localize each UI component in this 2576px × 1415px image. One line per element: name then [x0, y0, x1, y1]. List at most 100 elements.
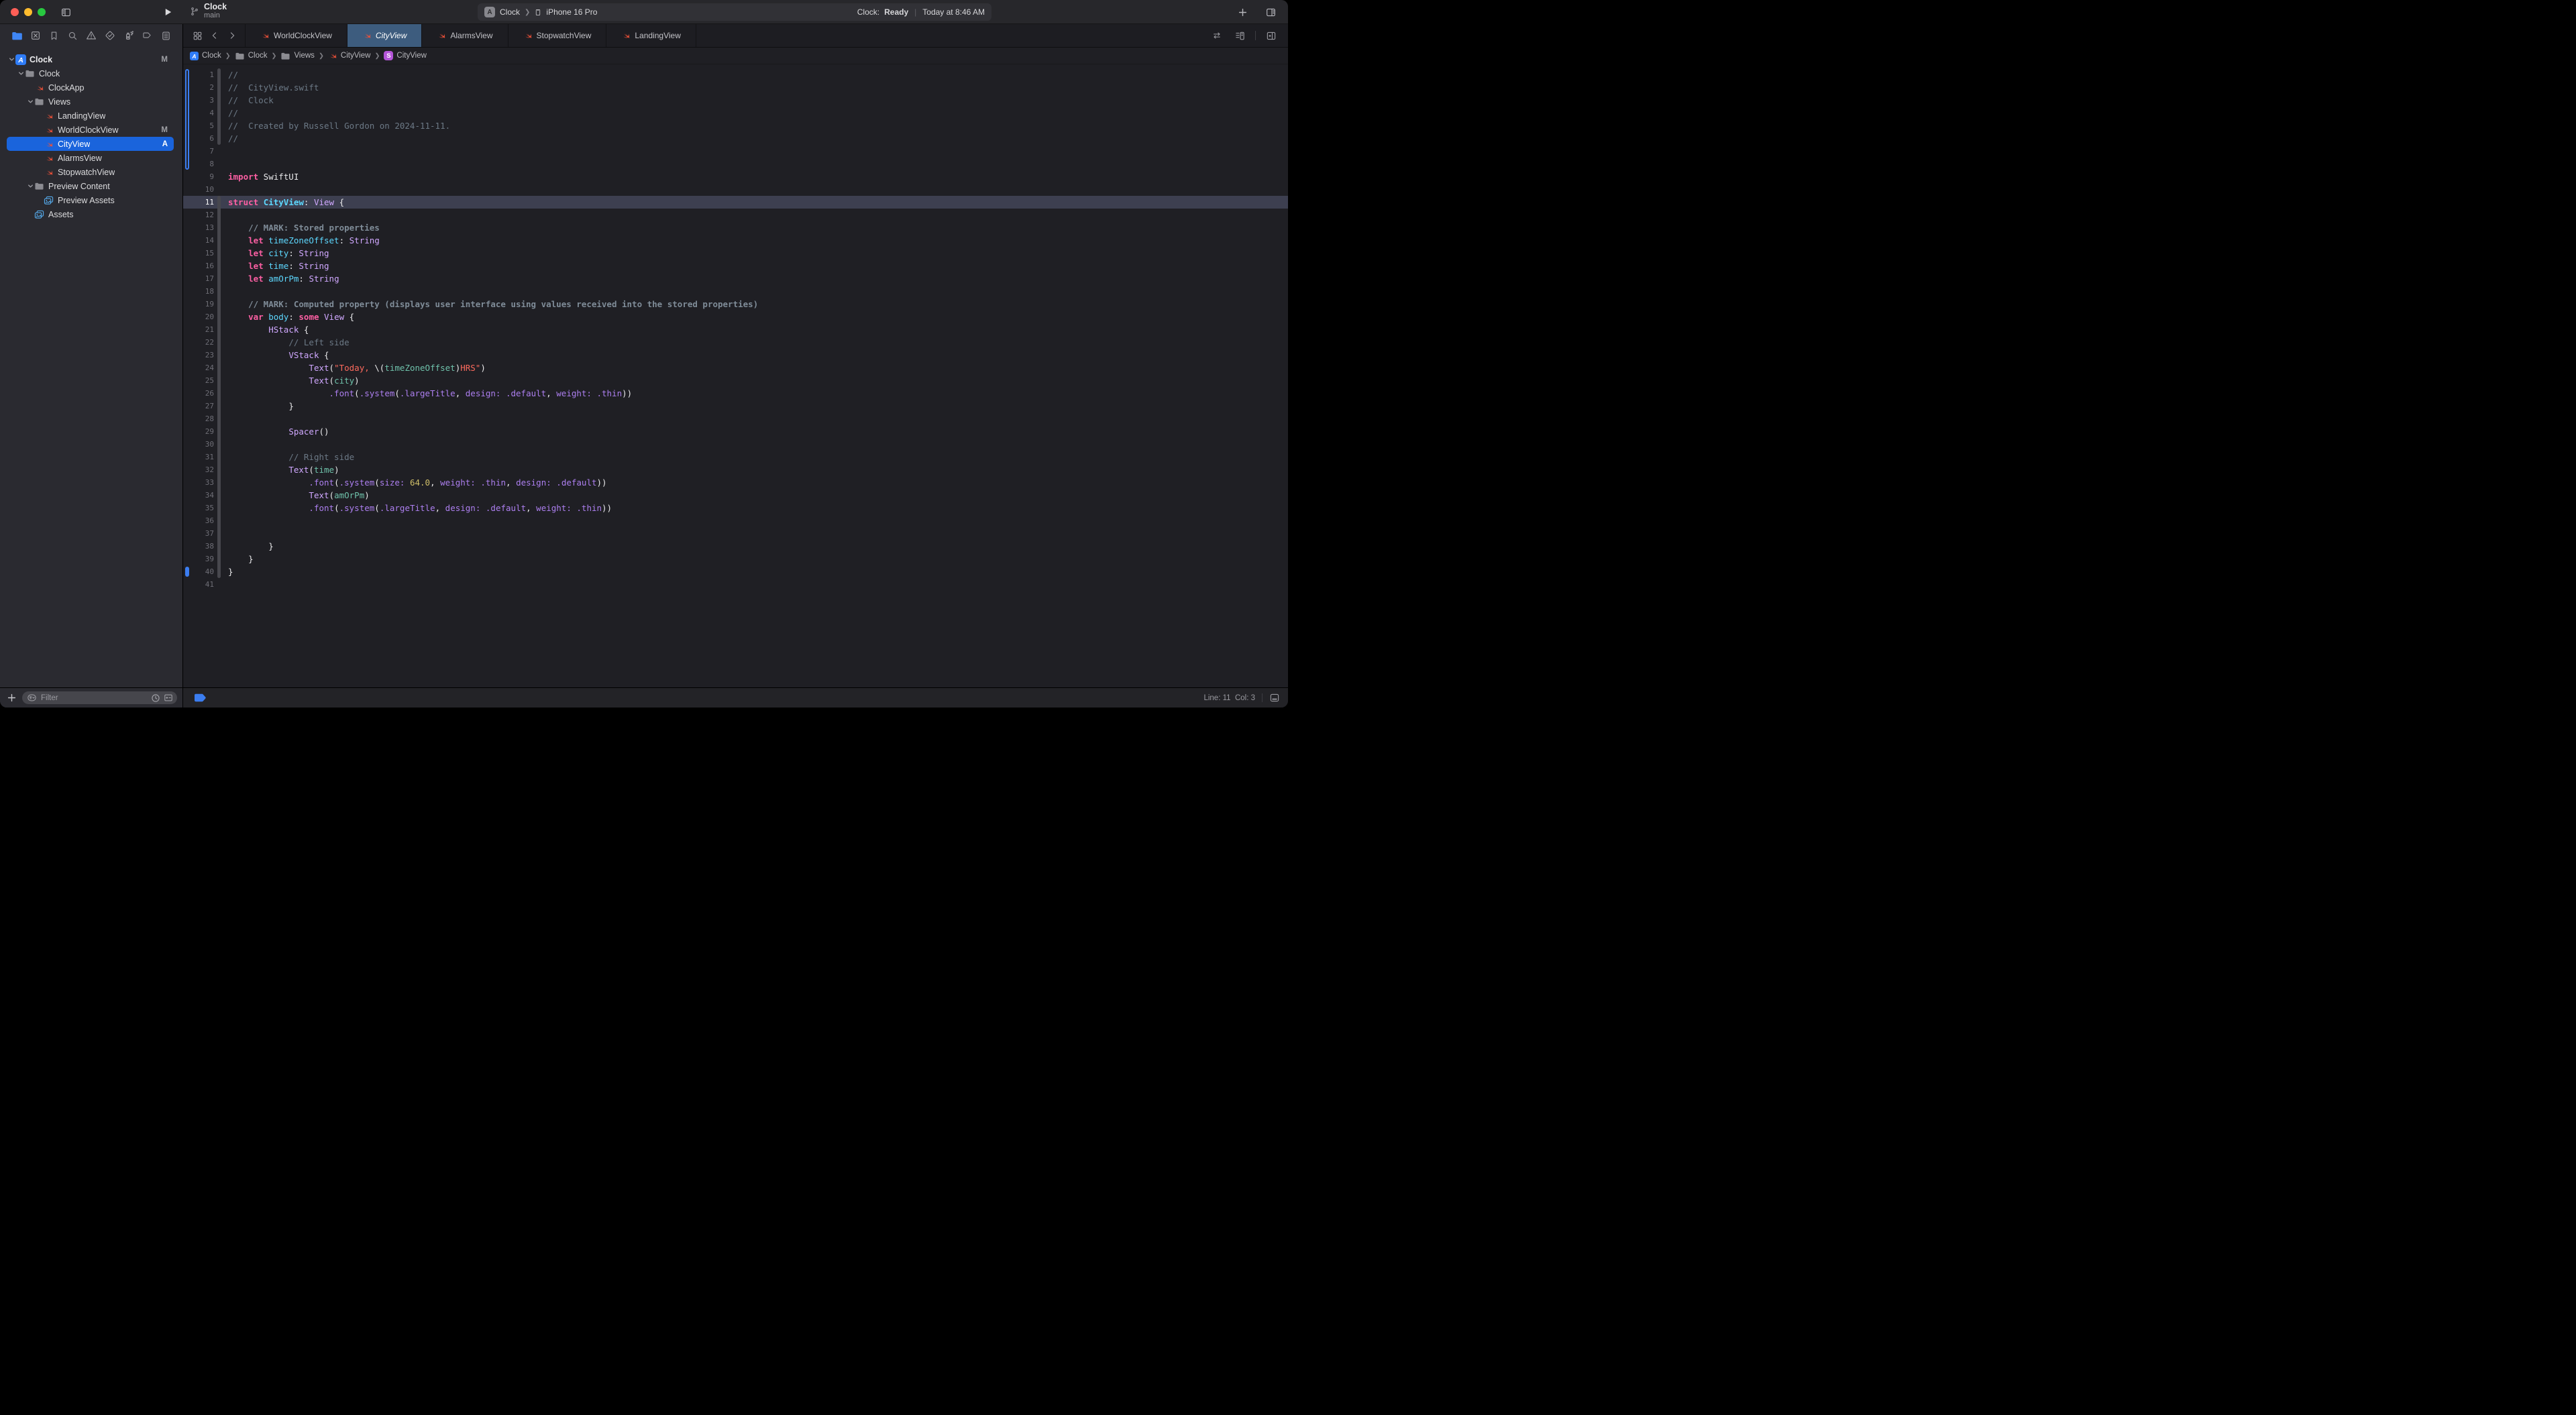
breadcrumb-item-views[interactable]: Views — [280, 52, 314, 60]
source-control-navigator-icon[interactable] — [28, 28, 43, 43]
file-tree-item-views[interactable]: Views — [7, 95, 174, 109]
breadcrumb-item-cityview[interactable]: CityView — [328, 51, 371, 60]
line-number[interactable]: 22 — [183, 336, 214, 349]
file-tree-item-cityview[interactable]: CityViewA — [7, 137, 174, 151]
code-line-32[interactable]: 32 Text(time) — [183, 463, 1288, 476]
debug-navigator-icon[interactable] — [121, 28, 136, 43]
line-number[interactable]: 17 — [183, 272, 214, 285]
disclosure-chevron-icon[interactable] — [27, 99, 34, 105]
code-editor[interactable]: 1//2// CityView.swift3// Clock4//5// Cre… — [183, 64, 1288, 687]
line-number[interactable]: 39 — [183, 553, 214, 565]
code-line-27[interactable]: 27 } — [183, 400, 1288, 412]
line-number[interactable]: 13 — [183, 221, 214, 234]
code-line-24[interactable]: 24 Text("Today, \(timeZoneOffset)HRS") — [183, 361, 1288, 374]
scheme-name[interactable]: Clock — [500, 7, 520, 17]
file-tree-item-worldclockview[interactable]: WorldClockViewM — [7, 123, 174, 137]
line-number[interactable]: 18 — [183, 285, 214, 298]
breadcrumb-item-cityview[interactable]: SCityView — [384, 51, 427, 60]
code-line-25[interactable]: 25 Text(city) — [183, 374, 1288, 387]
file-tree-item-preview-content[interactable]: Preview Content — [7, 179, 174, 193]
file-tree-item-clock[interactable]: AClockM — [7, 52, 174, 66]
line-number[interactable]: 25 — [183, 374, 214, 387]
add-editor-icon[interactable] — [1264, 28, 1279, 43]
tab-alarmsview[interactable]: AlarmsView — [422, 24, 508, 47]
line-number[interactable]: 27 — [183, 400, 214, 412]
line-number[interactable]: 33 — [183, 476, 214, 489]
line-number[interactable]: 28 — [183, 412, 214, 425]
code-line-16[interactable]: 16 let time: String — [183, 260, 1288, 272]
related-items-icon[interactable] — [190, 28, 205, 43]
line-number[interactable]: 37 — [183, 527, 214, 540]
line-number[interactable]: 19 — [183, 298, 214, 310]
filter-menu-icon[interactable] — [26, 693, 38, 702]
file-tree-item-landingview[interactable]: LandingView — [7, 109, 174, 123]
code-line-37[interactable]: 37 — [183, 527, 1288, 540]
tab-landingview[interactable]: LandingView — [606, 24, 696, 47]
code-line-8[interactable]: 8 — [183, 158, 1288, 170]
line-number[interactable]: 24 — [183, 361, 214, 374]
tab-stopwatchview[interactable]: StopwatchView — [508, 24, 607, 47]
code-line-15[interactable]: 15 let city: String — [183, 247, 1288, 260]
code-line-4[interactable]: 4// — [183, 107, 1288, 119]
code-line-22[interactable]: 22 // Left side — [183, 336, 1288, 349]
line-number[interactable]: 9 — [183, 170, 214, 183]
sourcecontrol-filter-icon[interactable] — [164, 693, 173, 702]
code-line-21[interactable]: 21 HStack { — [183, 323, 1288, 336]
code-line-31[interactable]: 31 // Right side — [183, 451, 1288, 463]
code-line-28[interactable]: 28 — [183, 412, 1288, 425]
code-line-29[interactable]: 29 Spacer() — [183, 425, 1288, 438]
disclosure-chevron-icon[interactable] — [27, 183, 34, 189]
code-line-20[interactable]: 20 var body: some View { — [183, 310, 1288, 323]
code-line-38[interactable]: 38 } — [183, 540, 1288, 553]
line-number[interactable]: 35 — [183, 502, 214, 514]
breadcrumb-item-clock[interactable]: AClock — [190, 52, 221, 60]
line-number[interactable]: 26 — [183, 387, 214, 400]
line-number[interactable]: 41 — [183, 578, 214, 591]
bookmarks-navigator-icon[interactable] — [47, 28, 62, 43]
code-line-12[interactable]: 12 — [183, 209, 1288, 221]
toggle-debug-area-icon[interactable] — [1269, 693, 1280, 703]
tab-worldclockview[interactable]: WorldClockView — [245, 24, 347, 47]
find-navigator-icon[interactable] — [65, 28, 80, 43]
zoom-button[interactable] — [38, 8, 46, 16]
project-navigator-icon[interactable] — [9, 28, 24, 43]
filter-input[interactable] — [41, 694, 148, 702]
code-line-2[interactable]: 2// CityView.swift — [183, 81, 1288, 94]
line-number[interactable]: 11 — [183, 196, 214, 209]
line-number[interactable]: 16 — [183, 260, 214, 272]
code-line-18[interactable]: 18 — [183, 285, 1288, 298]
line-number[interactable]: 10 — [183, 183, 214, 196]
line-number[interactable]: 36 — [183, 514, 214, 527]
code-line-3[interactable]: 3// Clock — [183, 94, 1288, 107]
code-line-17[interactable]: 17 let amOrPm: String — [183, 272, 1288, 285]
run-destination[interactable]: iPhone 16 Pro — [546, 7, 597, 17]
code-line-9[interactable]: 9import SwiftUI — [183, 170, 1288, 183]
line-number[interactable]: 14 — [183, 234, 214, 247]
toggle-right-sidebar-icon[interactable] — [1263, 5, 1279, 19]
code-line-34[interactable]: 34 Text(amOrPm) — [183, 489, 1288, 502]
file-tree-item-assets[interactable]: Assets — [7, 207, 174, 221]
file-tree-item-alarmsview[interactable]: AlarmsView — [7, 151, 174, 165]
code-line-14[interactable]: 14 let timeZoneOffset: String — [183, 234, 1288, 247]
code-line-36[interactable]: 36 — [183, 514, 1288, 527]
tests-navigator-icon[interactable] — [103, 28, 117, 43]
code-line-5[interactable]: 5// Created by Russell Gordon on 2024-11… — [183, 119, 1288, 132]
disclosure-chevron-icon[interactable] — [8, 56, 15, 62]
code-line-26[interactable]: 26 .font(.system(.largeTitle, design: .d… — [183, 387, 1288, 400]
code-line-13[interactable]: 13 // MARK: Stored properties — [183, 221, 1288, 234]
code-line-30[interactable]: 30 — [183, 438, 1288, 451]
code-line-11[interactable]: 11struct CityView: View { — [183, 196, 1288, 209]
line-number[interactable]: 31 — [183, 451, 214, 463]
recent-files-icon[interactable] — [151, 693, 160, 703]
tab-cityview[interactable]: CityView — [347, 24, 422, 47]
code-line-41[interactable]: 41 — [183, 578, 1288, 591]
breadcrumb-item-clock[interactable]: Clock — [235, 52, 268, 60]
add-file-button[interactable] — [7, 693, 17, 703]
code-line-35[interactable]: 35 .font(.system(.largeTitle, design: .d… — [183, 502, 1288, 514]
line-number[interactable]: 32 — [183, 463, 214, 476]
forward-icon[interactable] — [225, 28, 239, 43]
run-button[interactable] — [160, 5, 176, 19]
reports-navigator-icon[interactable] — [158, 28, 173, 43]
activity-view[interactable]: A Clock ❯ iPhone 16 Pro Clock: Ready | T… — [478, 3, 991, 21]
filter-field[interactable] — [22, 691, 177, 704]
